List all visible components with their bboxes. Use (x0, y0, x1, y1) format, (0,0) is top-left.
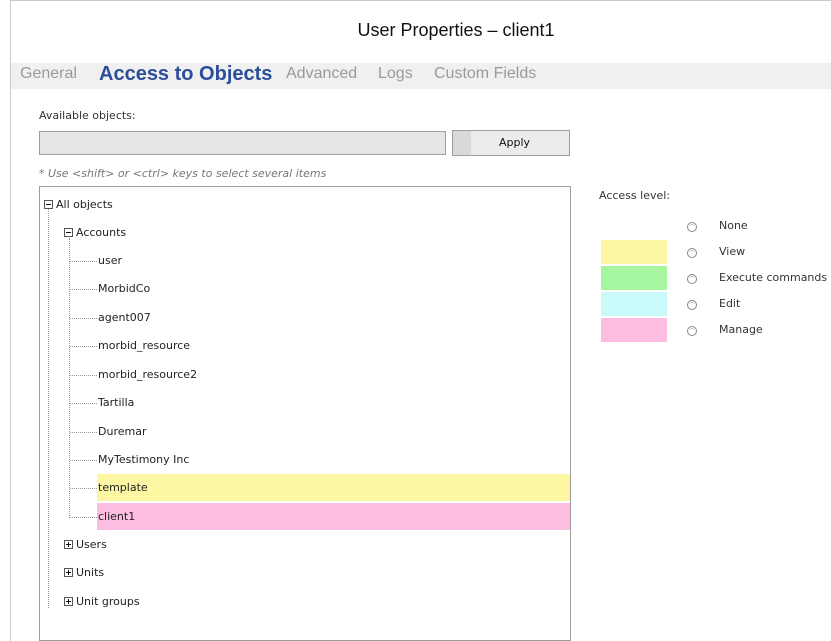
tree-connector (70, 432, 97, 433)
row-highlight-manage (97, 503, 570, 530)
radio-edit[interactable] (687, 300, 697, 310)
tree-connector (70, 403, 97, 404)
collapse-icon[interactable] (44, 200, 53, 209)
user-properties-dialog: User Properties – client1 General Access… (10, 0, 831, 641)
tree-leaf-duremar[interactable]: Duremar (98, 424, 146, 440)
radio-view[interactable] (687, 248, 697, 258)
selection-hint: * Use <shift> or <ctrl> keys to select s… (39, 167, 327, 180)
tree-node-label: Users (76, 538, 107, 551)
radio-execute-commands[interactable] (687, 274, 697, 284)
expand-icon[interactable] (64, 568, 73, 577)
tree-leaf-tartilla[interactable]: Tartilla (98, 395, 134, 411)
swatch-manage (601, 318, 667, 342)
access-label-none: None (719, 219, 748, 232)
radio-manage[interactable] (687, 326, 697, 336)
tree-leaf-morbid-resource[interactable]: morbid_resource (98, 338, 190, 354)
title-bar: User Properties – client1 (11, 0, 831, 65)
apply-button-grip (453, 131, 471, 155)
access-label-view: View (719, 245, 746, 258)
tree-connector (70, 289, 97, 290)
tree-node-units[interactable]: Units (64, 565, 104, 581)
tree-leaf-template[interactable]: template (98, 480, 148, 496)
tree-leaf-morbidco[interactable]: MorbidCo (98, 281, 150, 297)
collapse-icon[interactable] (64, 228, 73, 237)
tree-node-label: Accounts (76, 226, 127, 239)
apply-button[interactable]: Apply (452, 130, 570, 156)
available-objects-label: Available objects: (39, 109, 136, 122)
tree-connector (70, 346, 97, 347)
tree-node-all-objects[interactable]: All objects (44, 197, 113, 213)
access-label-edit: Edit (719, 297, 741, 310)
expand-icon[interactable] (64, 540, 73, 549)
tree-connector (70, 318, 97, 319)
tree-connector (70, 517, 97, 518)
expand-icon[interactable] (64, 597, 73, 606)
access-label-execute-commands: Execute commands (719, 271, 828, 284)
tree-leaf-mytestimony-inc[interactable]: MyTestimony Inc (98, 452, 189, 468)
row-highlight-view (97, 474, 570, 501)
tree-node-unit-groups[interactable]: Unit groups (64, 594, 140, 610)
tab-access-to-objects[interactable]: Access to Objects (99, 63, 272, 86)
tree-connector (48, 208, 49, 608)
tree-node-label: All objects (56, 198, 113, 211)
tree-connector (70, 261, 97, 262)
tree-node-accounts[interactable]: Accounts (64, 225, 126, 241)
swatch-view (601, 240, 667, 264)
tab-bar: General Access to Objects Advanced Logs … (11, 63, 831, 89)
tree-connector (70, 375, 97, 376)
tree-connector (70, 460, 97, 461)
tree-node-label: Unit groups (76, 595, 140, 608)
access-level-title: Access level: (599, 189, 671, 202)
tree-leaf-morbid-resource2[interactable]: morbid_resource2 (98, 367, 197, 383)
tree-leaf-agent007[interactable]: agent007 (98, 310, 151, 326)
tree-leaf-user[interactable]: user (98, 253, 122, 269)
tree-connector (70, 488, 97, 489)
available-objects-field[interactable] (39, 131, 446, 155)
tree-node-label: Units (76, 566, 105, 579)
tab-logs[interactable]: Logs (378, 65, 413, 83)
dialog-title: User Properties – client1 (357, 20, 555, 40)
tree-node-users[interactable]: Users (64, 537, 107, 553)
apply-button-label: Apply (499, 136, 531, 149)
tree-connector (69, 238, 70, 518)
objects-tree[interactable]: All objects Accounts user MorbidCo agent… (39, 186, 571, 641)
swatch-execute-commands (601, 266, 667, 290)
access-label-manage: Manage (719, 323, 763, 336)
tab-general[interactable]: General (20, 65, 77, 83)
tab-custom-fields[interactable]: Custom Fields (434, 65, 536, 83)
tab-advanced[interactable]: Advanced (286, 65, 357, 83)
swatch-edit (601, 292, 667, 316)
tree-leaf-client1[interactable]: client1 (98, 509, 135, 525)
radio-none[interactable] (687, 222, 697, 232)
